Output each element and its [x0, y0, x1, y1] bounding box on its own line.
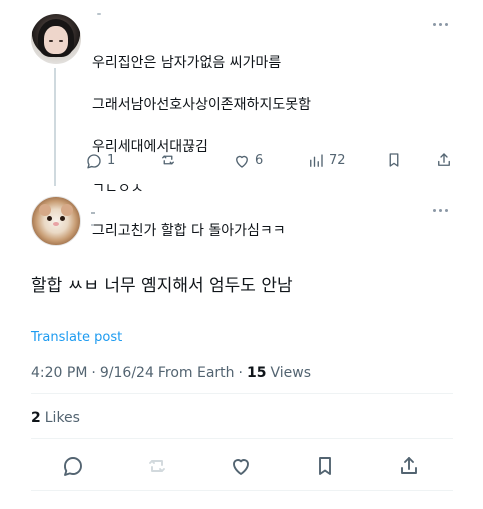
- avatar[interactable]: [31, 14, 81, 64]
- username-placeholder: [97, 13, 101, 15]
- first-post-line: 우리집안은 남자가없음 씨가마름: [92, 55, 282, 71]
- avatar-eye-left: [47, 216, 52, 221]
- repost-icon: [149, 460, 165, 472]
- likes-summary[interactable]: 2 Likes: [31, 408, 80, 428]
- like-action[interactable]: 6: [233, 151, 263, 171]
- share-action[interactable]: [435, 151, 453, 169]
- reply-count: 1: [107, 153, 116, 168]
- more-dot: [439, 208, 442, 212]
- post-meta: 4:20 PM · 9/16/24 From Earth · 15 Views: [31, 363, 311, 383]
- share-icon: [401, 457, 417, 474]
- share-button[interactable]: [397, 454, 421, 478]
- more-dot: [433, 208, 436, 212]
- avatar-eye-right: [59, 40, 63, 42]
- views-count: 15: [247, 365, 267, 381]
- reply-icon: [87, 154, 101, 169]
- bookmark-button[interactable]: [313, 454, 337, 478]
- repost-icon: [162, 155, 174, 165]
- handle-placeholder: [91, 224, 94, 226]
- like-icon: [236, 155, 248, 168]
- more-dot: [445, 22, 448, 26]
- post-location: From Earth: [157, 365, 235, 381]
- main-post-actions: [31, 454, 453, 478]
- likes-count: 2: [31, 410, 41, 426]
- views-action[interactable]: 72: [307, 151, 346, 171]
- translate-post-link[interactable]: Translate post: [31, 329, 122, 347]
- meta-separator: ·: [238, 365, 243, 381]
- like-count: 6: [255, 153, 264, 168]
- repost-button[interactable]: [145, 454, 169, 478]
- bookmark-icon: [319, 457, 331, 475]
- divider: [31, 393, 453, 394]
- thread-line: [54, 68, 56, 186]
- reply-post-text: 할합 ㅆㅂ 너무 옘지해서 엄두도 안남: [31, 276, 293, 296]
- avatar-nose: [53, 222, 59, 226]
- meta-separator: ·: [91, 365, 96, 381]
- reply-button[interactable]: [61, 454, 85, 478]
- more-dot: [433, 22, 436, 26]
- views-icon: [310, 154, 323, 167]
- reply-action[interactable]: 1: [85, 151, 115, 171]
- post-date: 9/16/24: [99, 365, 154, 381]
- share-icon: [438, 153, 450, 166]
- avatar-ear-left: [39, 204, 51, 216]
- avatar-face: [44, 26, 68, 54]
- avatar-ear-right: [61, 204, 73, 216]
- views-label: Views: [270, 365, 312, 381]
- more-dot: [439, 22, 442, 26]
- more-icon[interactable]: [433, 207, 451, 213]
- likes-label: Likes: [44, 410, 80, 426]
- avatar-eye-left: [49, 40, 53, 42]
- first-post-actions: 1 6 72: [85, 151, 455, 171]
- like-button[interactable]: [229, 454, 253, 478]
- reply-icon: [64, 457, 82, 476]
- first-post-line: 그리고친가 할합 다 돌아가심ㅋㅋ: [92, 223, 286, 239]
- first-post-text: 우리집안은 남자가없음 씨가마름 그래서남아선호사상이존재하지도못함 우리세대에…: [92, 32, 432, 263]
- more-dot: [445, 208, 448, 212]
- avatar[interactable]: [31, 196, 81, 246]
- repost-action[interactable]: [159, 151, 177, 169]
- first-post-line: 그래서남아선호사상이존재하지도못함: [92, 97, 311, 113]
- bookmark-action[interactable]: [385, 151, 403, 169]
- like-icon: [233, 459, 249, 475]
- post-time: 4:20 PM: [31, 365, 88, 381]
- first-post-line: ㄱㄴㅇㅅ: [92, 181, 144, 197]
- avatar-eye-right: [60, 216, 65, 221]
- username-placeholder: [91, 212, 95, 214]
- bookmark-icon: [389, 153, 399, 167]
- more-icon[interactable]: [433, 21, 451, 27]
- divider: [31, 438, 453, 439]
- view-count: 72: [329, 153, 346, 168]
- divider: [31, 490, 453, 491]
